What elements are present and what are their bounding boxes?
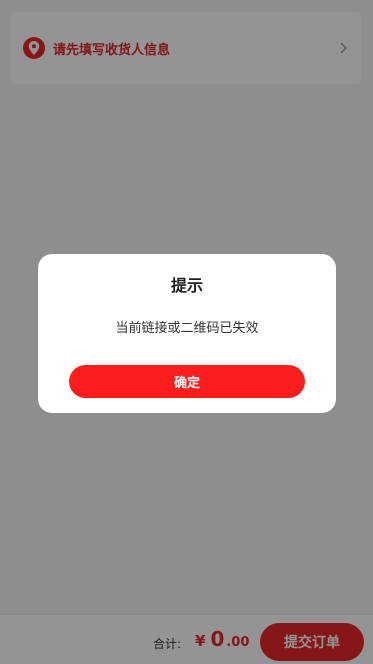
dialog-message: 当前链接或二维码已失效 [115, 321, 259, 336]
dialog-title: 提示 [170, 276, 203, 295]
confirm-button[interactable]: 确定 [69, 365, 305, 398]
order-page: 请先填写收货人信息 合计: ¥ 0 .00 提交订单 提示 当前链接或二维码已失… [0, 0, 373, 664]
alert-dialog: 提示 当前链接或二维码已失效 确定 [38, 254, 336, 413]
